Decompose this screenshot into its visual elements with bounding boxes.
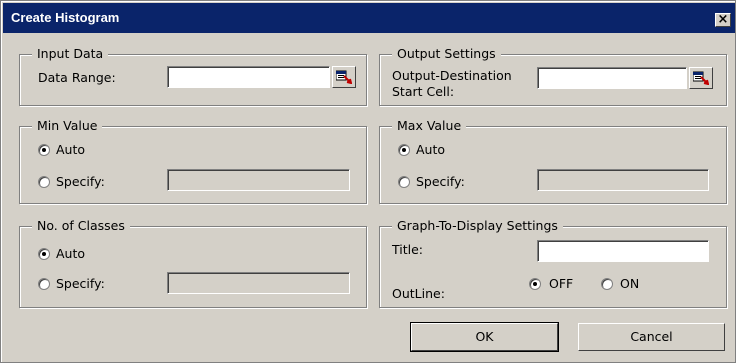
ok-button-label: OK [475, 329, 494, 344]
dialog-title: Create Histogram [11, 10, 120, 25]
range-picker-icon [693, 71, 709, 85]
output-destination-picker-button[interactable] [689, 67, 713, 89]
output-settings-legend: Output Settings [392, 47, 501, 61]
max-specify-input[interactable] [537, 169, 709, 191]
max-value-group: Max Value [379, 119, 727, 204]
data-range-label: Data Range: [38, 70, 116, 85]
max-auto-radio[interactable] [398, 144, 410, 156]
start-cell-label: Start Cell: [392, 84, 455, 99]
input-data-legend: Input Data [32, 47, 109, 61]
min-auto-radio[interactable] [38, 144, 50, 156]
data-range-input[interactable] [167, 66, 330, 88]
classes-group: No. of Classes [19, 219, 367, 308]
outline-off-label: OFF [549, 276, 574, 291]
min-specify-input[interactable] [167, 169, 350, 191]
classes-specify-input[interactable] [167, 272, 350, 294]
graph-settings-legend: Graph-To-Display Settings [392, 219, 563, 233]
max-specify-radio[interactable] [398, 176, 410, 188]
outline-off-radio[interactable] [529, 278, 541, 290]
outline-label: OutLine: [392, 286, 445, 301]
output-destination-input[interactable] [537, 67, 687, 89]
min-specify-radio[interactable] [38, 176, 50, 188]
max-value-legend: Max Value [392, 119, 467, 133]
min-auto-label: Auto [56, 142, 86, 157]
close-icon: × [717, 12, 729, 27]
max-auto-label: Auto [416, 142, 446, 157]
min-specify-label: Specify: [56, 174, 105, 189]
min-value-group: Min Value [19, 119, 367, 204]
classes-auto-radio[interactable] [38, 248, 50, 260]
classes-specify-radio[interactable] [38, 278, 50, 290]
outline-on-radio[interactable] [601, 278, 613, 290]
cancel-button[interactable]: Cancel [578, 323, 725, 351]
max-specify-label: Specify: [416, 174, 465, 189]
classes-auto-label: Auto [56, 246, 86, 261]
create-histogram-dialog: Create Histogram × Input Data Data Range… [0, 0, 736, 363]
data-range-picker-button[interactable] [332, 66, 356, 88]
output-destination-label: Output-Destination [392, 68, 512, 83]
classes-specify-label: Specify: [56, 276, 105, 291]
graph-title-label: Title: [392, 242, 423, 257]
cancel-button-label: Cancel [630, 329, 673, 344]
min-value-legend: Min Value [32, 119, 103, 133]
title-bar: Create Histogram × [3, 3, 735, 33]
outline-on-label: ON [620, 276, 640, 291]
close-button[interactable]: × [715, 13, 731, 27]
classes-legend: No. of Classes [32, 219, 130, 233]
graph-title-input[interactable] [537, 240, 709, 262]
range-picker-icon [336, 70, 352, 84]
ok-button[interactable]: OK [410, 322, 559, 352]
